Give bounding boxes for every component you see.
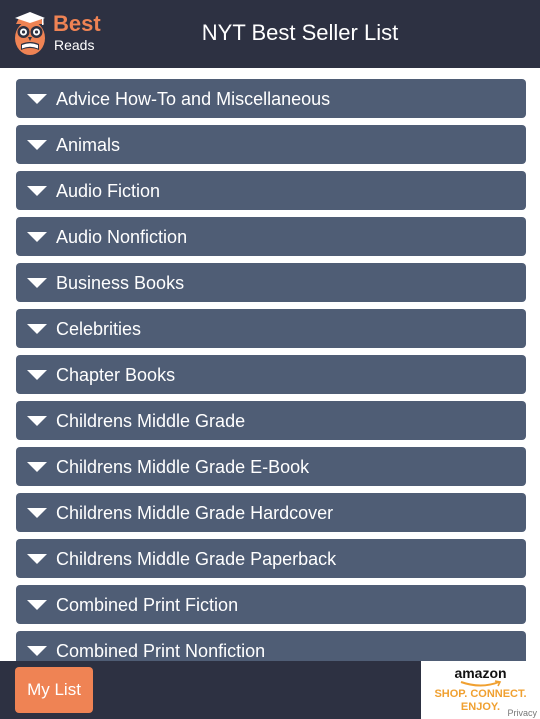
caret-down-icon [27, 508, 47, 518]
category-item[interactable]: Business Books [16, 263, 526, 302]
caret-down-icon [27, 600, 47, 610]
ad-brand: amazon [454, 665, 507, 681]
caret-down-icon [27, 186, 47, 196]
footer-bar: My List amazon SHOP. CONNECT. ENJOY. Pri… [0, 661, 540, 719]
caret-down-icon [27, 232, 47, 242]
category-item[interactable]: Chapter Books [16, 355, 526, 394]
category-item[interactable]: Celebrities [16, 309, 526, 348]
category-item[interactable]: Childrens Middle Grade E-Book [16, 447, 526, 486]
caret-down-icon [27, 554, 47, 564]
caret-down-icon [27, 646, 47, 656]
category-label: Combined Print Fiction [56, 595, 239, 615]
caret-down-icon [27, 324, 47, 334]
category-item[interactable]: Combined Print Fiction [16, 585, 526, 624]
caret-down-icon [27, 278, 47, 288]
category-item[interactable]: Combined Print Nonfiction [16, 631, 526, 661]
category-item[interactable]: Advice How-To and Miscellaneous [16, 79, 526, 118]
category-list: Advice How-To and Miscellaneous Animals … [16, 79, 526, 661]
caret-down-icon [27, 370, 47, 380]
category-label: Chapter Books [56, 365, 176, 385]
category-item[interactable]: Childrens Middle Grade Paperback [16, 539, 526, 578]
amazon-ad-banner[interactable]: amazon SHOP. CONNECT. ENJOY. Privacy [421, 661, 540, 719]
caret-down-icon [27, 140, 47, 150]
ad-tagline-line-1: SHOP. CONNECT. [434, 688, 527, 700]
app-logo[interactable]: Best Reads [12, 8, 112, 60]
category-label: Childrens Middle Grade Paperback [56, 549, 337, 569]
caret-down-icon [27, 416, 47, 426]
category-label: Celebrities [56, 319, 142, 339]
category-item[interactable]: Audio Nonfiction [16, 217, 526, 256]
caret-down-icon [27, 94, 47, 104]
category-label: Animals [56, 135, 121, 155]
app-header: Best Reads NYT Best Seller List [0, 0, 540, 68]
logo-best-text: Best [53, 11, 101, 36]
page-title: NYT Best Seller List [201, 20, 399, 45]
category-label: Audio Fiction [56, 181, 161, 201]
category-label: Advice How-To and Miscellaneous [56, 89, 331, 109]
owl-icon [15, 12, 45, 55]
category-label: Business Books [56, 273, 185, 293]
amazon-smile-icon [460, 680, 502, 687]
category-label: Childrens Middle Grade Hardcover [56, 503, 334, 523]
category-label: Childrens Middle Grade E-Book [56, 457, 310, 477]
ad-privacy-link[interactable]: Privacy [507, 708, 537, 719]
category-label: Audio Nonfiction [56, 227, 188, 247]
category-label: Childrens Middle Grade [56, 411, 246, 431]
caret-down-icon [27, 462, 47, 472]
my-list-button[interactable]: My List [15, 667, 93, 713]
category-item[interactable]: Animals [16, 125, 526, 164]
category-item[interactable]: Childrens Middle Grade Hardcover [16, 493, 526, 532]
category-item[interactable]: Audio Fiction [16, 171, 526, 210]
category-label: Combined Print Nonfiction [56, 641, 266, 661]
category-item[interactable]: Childrens Middle Grade [16, 401, 526, 440]
logo-reads-text: Reads [54, 37, 95, 53]
